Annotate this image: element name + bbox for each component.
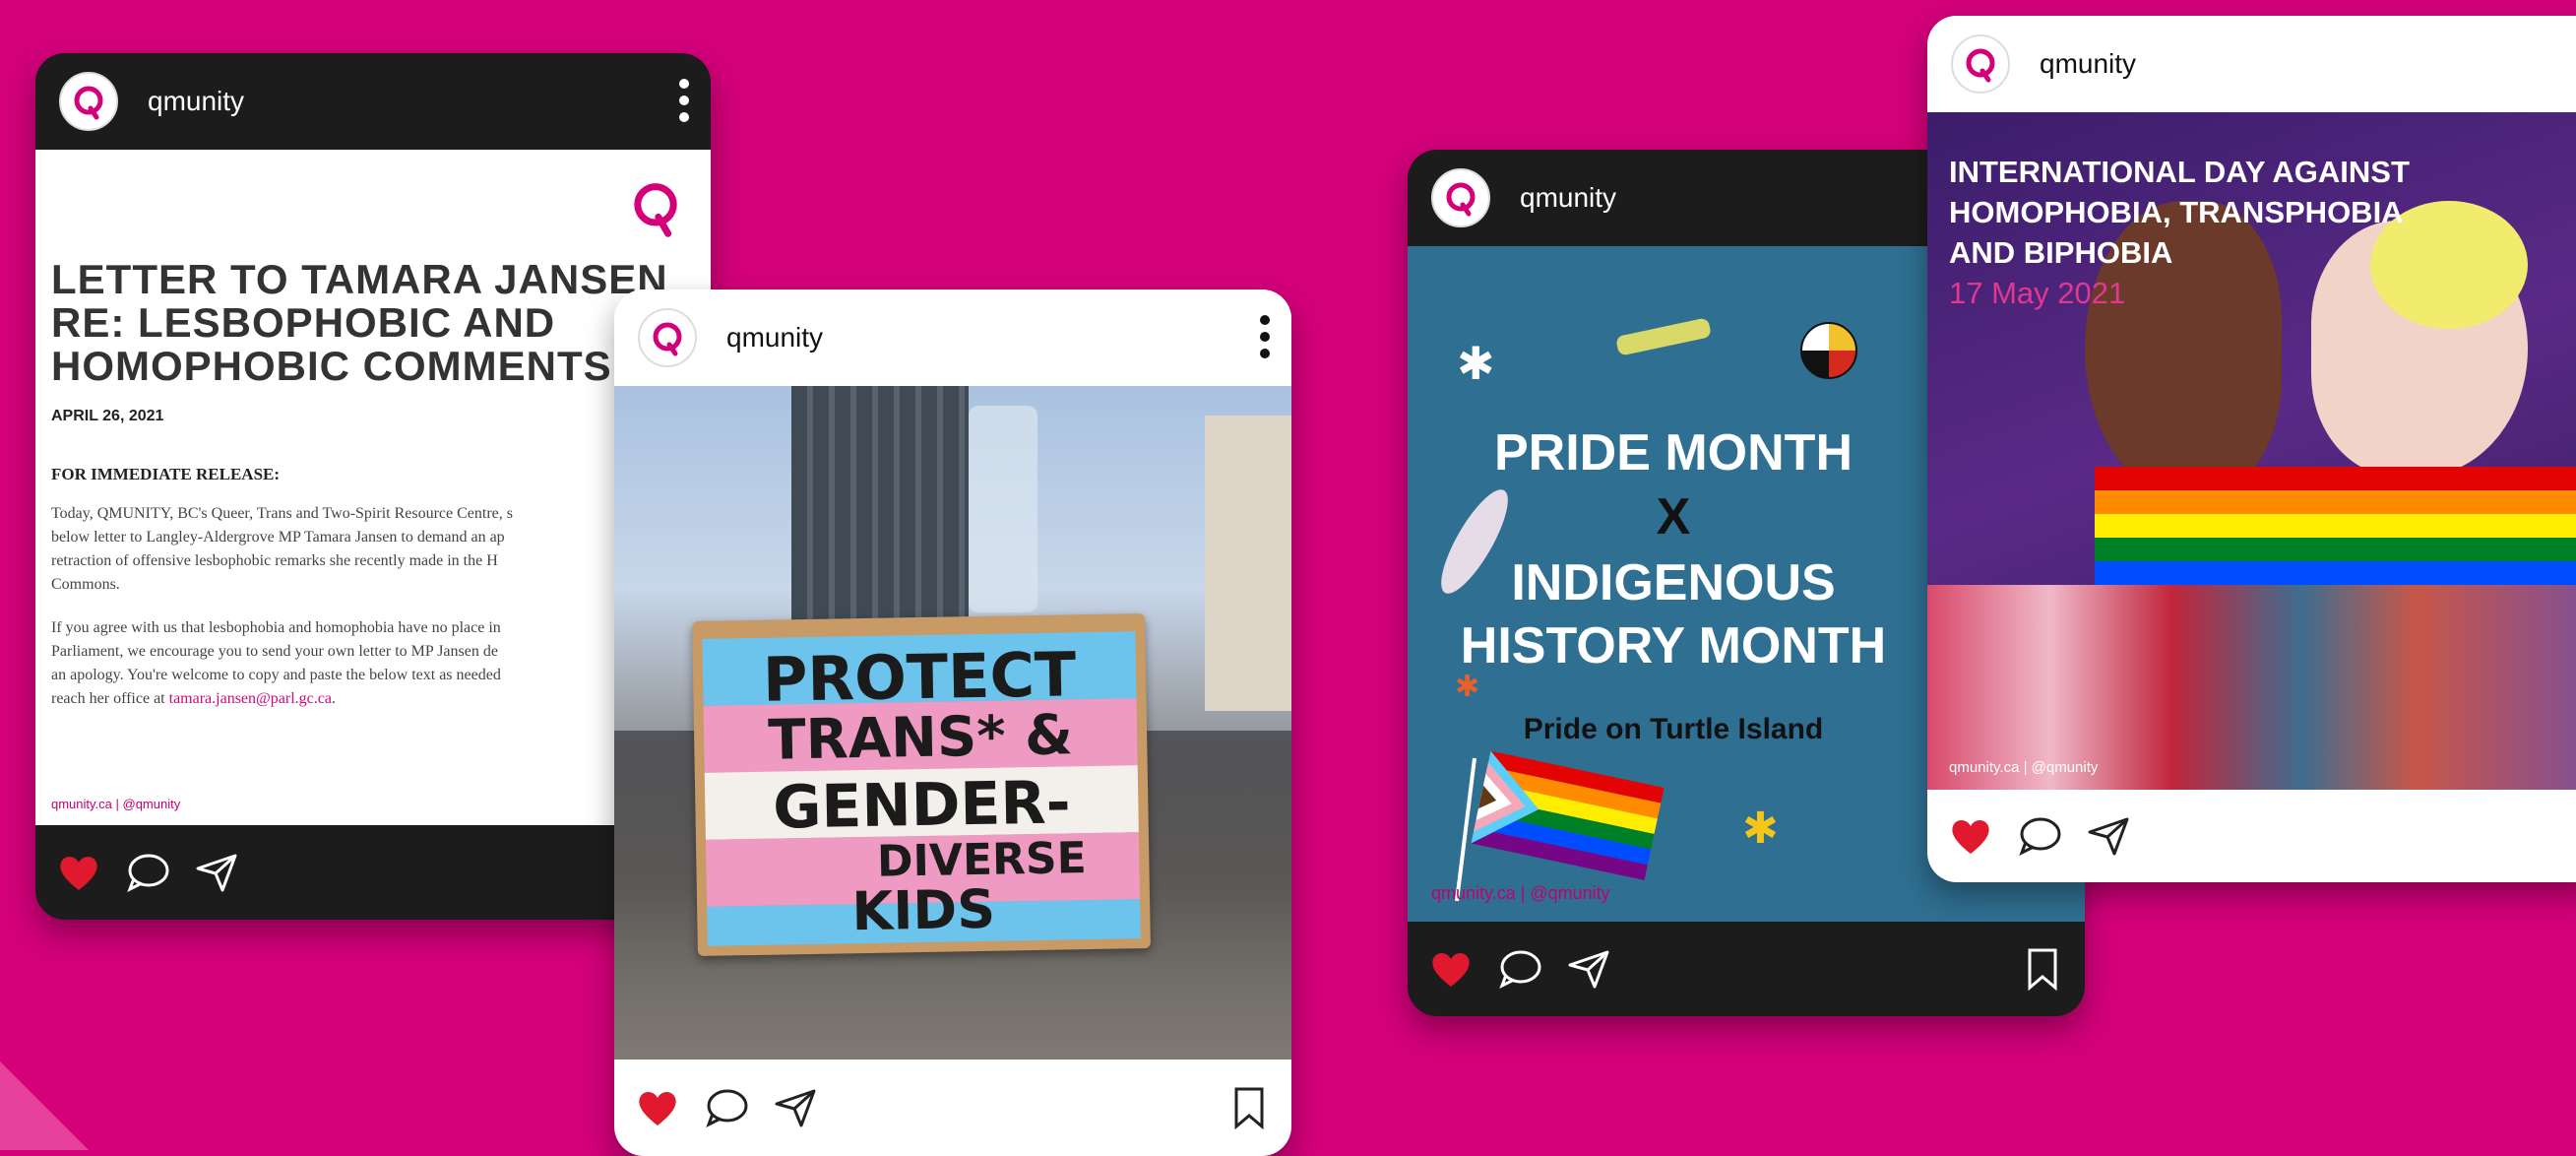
sage-bundle-icon [1614, 317, 1713, 356]
sculpture-shape [969, 406, 1037, 612]
comment-icon[interactable] [705, 1088, 748, 1127]
title-line: INTERNATIONAL DAY AGAINST [1949, 155, 2410, 189]
paragraph-line: reach her office at tamara.jansen@parl.g… [51, 687, 711, 711]
comment-icon[interactable] [1498, 949, 1541, 989]
post-actions [1927, 790, 2576, 882]
heart-icon[interactable] [636, 1088, 679, 1127]
title-line: RE: LESBOPHOBIC AND [51, 299, 556, 346]
post-header: qmunity [35, 53, 711, 150]
sign-line: KIDS [850, 877, 996, 943]
period: . [331, 690, 336, 707]
idahobit-title: INTERNATIONAL DAY AGAINST HOMOPHOBIA, TR… [1949, 152, 2410, 313]
building-shape [1205, 416, 1291, 711]
qmunity-logo-icon [653, 322, 682, 356]
kebab-menu-icon[interactable] [1260, 315, 1270, 358]
post-handle[interactable]: qmunity [148, 86, 244, 117]
letter-paragraph: Today, QMUNITY, BC's Queer, Trans and Tw… [51, 502, 711, 597]
title-line: LETTER TO TAMARA JANSEN [51, 256, 668, 302]
progress-pride-flag-icon [1455, 750, 1665, 902]
post-header: qmunity [1927, 16, 2576, 112]
qmunity-logo-icon [1446, 182, 1476, 217]
qmunity-logo-icon [1966, 48, 1995, 83]
headline-line: HISTORY MONTH [1460, 617, 1887, 674]
title-line: AND BIPHOBIA [1949, 235, 2173, 270]
letter-title: LETTER TO TAMARA JANSEN RE: LESBOPHOBIC … [51, 258, 711, 388]
share-icon[interactable] [195, 853, 238, 892]
bookmark-icon[interactable] [1232, 1086, 1266, 1129]
paragraph-line: retraction of offensive lesbophobic rema… [51, 552, 498, 569]
comment-icon[interactable] [126, 853, 169, 892]
avatar[interactable] [638, 308, 697, 367]
avatar[interactable] [1951, 34, 2010, 94]
headline-line: PRIDE MONTH [1494, 424, 1853, 482]
post-protest: qmunity PROTECT TRANS* & GENDER- DIVERSE… [614, 289, 1291, 1156]
subtitle: Pride on Turtle Island [1523, 713, 1824, 745]
reach-text: reach her office at [51, 690, 165, 707]
post-actions [35, 825, 711, 920]
post-image: INTERNATIONAL DAY AGAINST HOMOPHOBIA, TR… [1927, 112, 2576, 790]
event-date: 17 May 2021 [1949, 276, 2126, 310]
avatar[interactable] [59, 72, 118, 131]
comment-icon[interactable] [2018, 816, 2061, 856]
paragraph-line: below letter to Langley-Aldergrove MP Ta… [51, 529, 505, 546]
paragraph-line: Commons. [51, 576, 120, 593]
title-line: HOMOPHOBIC COMMENTS [51, 343, 612, 389]
flower-icon: ✱ [1457, 338, 1495, 389]
post-actions [1408, 922, 2085, 1016]
kebab-menu-icon[interactable] [679, 79, 689, 122]
headline-line: INDIGENOUS [1511, 554, 1836, 611]
post-footnote: qmunity.ca | @qmunity [51, 797, 181, 811]
yellow-flower-icon: ✱ [1742, 804, 1779, 853]
share-icon[interactable] [774, 1088, 817, 1127]
sign-line: TRANS* & [767, 703, 1074, 773]
post-image: LETTER TO TAMARA JANSEN RE: LESBOPHOBIC … [35, 150, 711, 825]
share-icon[interactable] [1567, 949, 1610, 989]
paragraph-line: Parliament, we encourage you to send you… [51, 643, 498, 660]
heart-icon[interactable] [1429, 949, 1473, 989]
post-letter: qmunity LETTER TO TAMARA JANSEN RE: LESB… [35, 53, 711, 920]
share-icon[interactable] [2087, 816, 2130, 856]
email-link[interactable]: tamara.jansen@parl.gc.ca [169, 690, 332, 707]
post-image: PROTECT TRANS* & GENDER- DIVERSE KIDS [614, 386, 1291, 1060]
qmunity-logo-icon [74, 86, 103, 120]
heart-icon[interactable] [57, 853, 100, 892]
post-handle[interactable]: qmunity [726, 322, 823, 353]
qmunity-logo-icon [634, 183, 677, 237]
post-header: qmunity [614, 289, 1291, 386]
post-actions [614, 1060, 1291, 1156]
bookmark-icon[interactable] [2026, 947, 2059, 991]
avatar[interactable] [1431, 168, 1490, 227]
paragraph-line: If you agree with us that lesbophobia an… [51, 619, 501, 636]
post-footnote: qmunity.ca | @qmunity [1949, 759, 2099, 776]
headline-line: X [1656, 488, 1691, 546]
letter-paragraph: If you agree with us that lesbophobia an… [51, 616, 711, 711]
letter-subheading: FOR IMMEDIATE RELEASE: [51, 465, 281, 483]
corner-decoration [0, 1061, 89, 1150]
building-shape [791, 386, 969, 632]
protest-sign: PROTECT TRANS* & GENDER- DIVERSE KIDS [692, 613, 1151, 956]
letter-date: APRIL 26, 2021 [51, 408, 164, 424]
paragraph-line: an apology. You're welcome to copy and p… [51, 667, 501, 683]
paragraph-line: Today, QMUNITY, BC's Queer, Trans and Tw… [51, 505, 513, 522]
post-footnote: qmunity.ca | @qmunity [1431, 883, 1610, 903]
title-line: HOMOPHOBIA, TRANSPHOBIA [1949, 195, 2404, 229]
heart-icon[interactable] [1949, 816, 1992, 856]
rainbow-flag-icon [2095, 467, 2576, 605]
post-handle[interactable]: qmunity [1520, 182, 1616, 214]
post-handle[interactable]: qmunity [2040, 48, 2136, 80]
post-idahobit: qmunity INTERNATIONAL DAY AGAINST HOMOPH… [1927, 16, 2576, 882]
medicine-wheel-icon [1800, 322, 1857, 379]
